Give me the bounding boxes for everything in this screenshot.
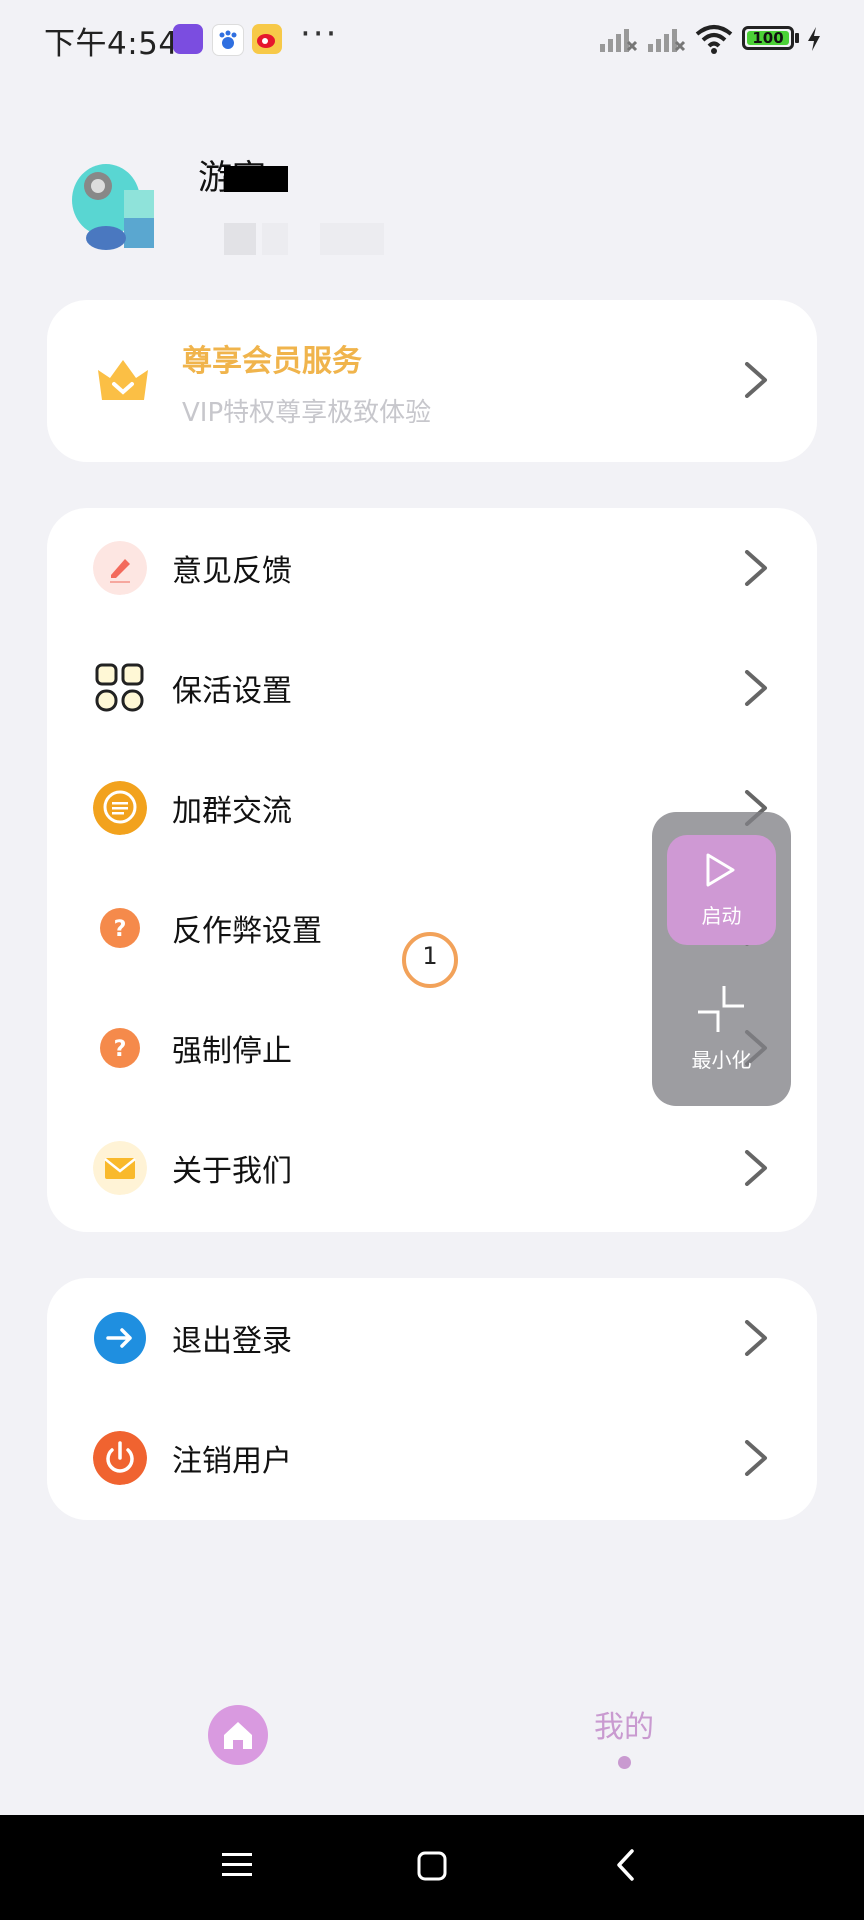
chevron-right-icon <box>745 670 767 706</box>
feedback-pen-icon <box>93 541 147 595</box>
chevron-right-icon <box>745 362 767 398</box>
menu-item-feedback[interactable]: 意见反馈 <box>47 508 817 628</box>
menu-item-label: 注销用户 <box>172 1444 292 1479</box>
back-icon[interactable] <box>614 1848 638 1882</box>
menu-item-keepalive[interactable]: 保活设置 <box>47 628 817 748</box>
menu-item-label: 关于我们 <box>172 1154 292 1189</box>
redacted-info <box>262 223 288 255</box>
crown-icon <box>98 360 148 400</box>
signal-1-icon <box>600 29 638 52</box>
battery-level: 100 <box>747 31 789 46</box>
home-icon <box>224 1722 252 1749</box>
logout-arrow-icon <box>94 1312 146 1364</box>
svg-text:?: ? <box>114 1037 127 1062</box>
baidu-paw-icon <box>212 24 244 56</box>
minimize-label[interactable]: 最小化 <box>652 1044 791 1073</box>
weibo-icon <box>252 24 282 54</box>
play-icon <box>706 853 735 887</box>
redacted-block <box>224 166 288 192</box>
chevron-right-icon <box>745 1150 767 1186</box>
menu-item-label: 意见反馈 <box>172 554 292 589</box>
tab-home[interactable] <box>208 1705 268 1765</box>
vip-title: 尊享会员服务 <box>182 344 362 379</box>
vip-subtitle: VIP特权尊享极致体验 <box>182 398 432 428</box>
menu-item-label: 保活设置 <box>172 674 292 709</box>
chevron-right-icon <box>745 550 767 586</box>
mail-icon <box>93 1141 147 1195</box>
menu-icon[interactable] <box>220 1850 254 1880</box>
tab-mine[interactable]: 我的 <box>594 1702 654 1746</box>
menu-item-logout[interactable]: 退出登录 <box>47 1278 817 1398</box>
chevron-right-icon <box>745 1440 767 1476</box>
svg-text:?: ? <box>114 917 127 942</box>
vip-card[interactable] <box>47 300 817 462</box>
chat-bubble-icon <box>93 781 147 835</box>
menu-item-deregister[interactable]: 注销用户 <box>47 1398 817 1518</box>
menu-item-about[interactable]: 关于我们 <box>47 1108 817 1228</box>
question-icon: ? <box>100 908 140 948</box>
avatar[interactable] <box>58 148 168 258</box>
menu-item-label: 反作弊设置 <box>172 914 322 949</box>
menu-item-label: 加群交流 <box>172 794 292 829</box>
status-time: 下午4:54 <box>44 26 179 62</box>
redacted-info <box>320 223 384 255</box>
touch-indicator-number: 1 <box>422 942 438 970</box>
chevron-right-icon <box>745 1320 767 1356</box>
battery-icon: 100 <box>742 26 794 50</box>
question-icon: ? <box>100 1028 140 1068</box>
redacted-info <box>224 223 256 255</box>
menu-item-label: 强制停止 <box>172 1034 292 1069</box>
apps-grid-icon <box>95 663 144 712</box>
home-nav-icon[interactable] <box>416 1850 448 1882</box>
power-icon <box>93 1431 147 1485</box>
app-notification-icon <box>173 24 203 54</box>
wifi-icon <box>695 25 733 54</box>
start-label: 启动 <box>701 904 742 928</box>
charging-bolt-icon <box>808 27 820 51</box>
signal-2-icon <box>648 29 686 52</box>
minimize-icon[interactable] <box>696 984 746 1034</box>
menu-item-label: 退出登录 <box>172 1324 292 1359</box>
battery-tip <box>795 33 799 43</box>
tab-active-indicator <box>618 1756 631 1769</box>
more-notifications-icon: ··· <box>300 14 339 54</box>
